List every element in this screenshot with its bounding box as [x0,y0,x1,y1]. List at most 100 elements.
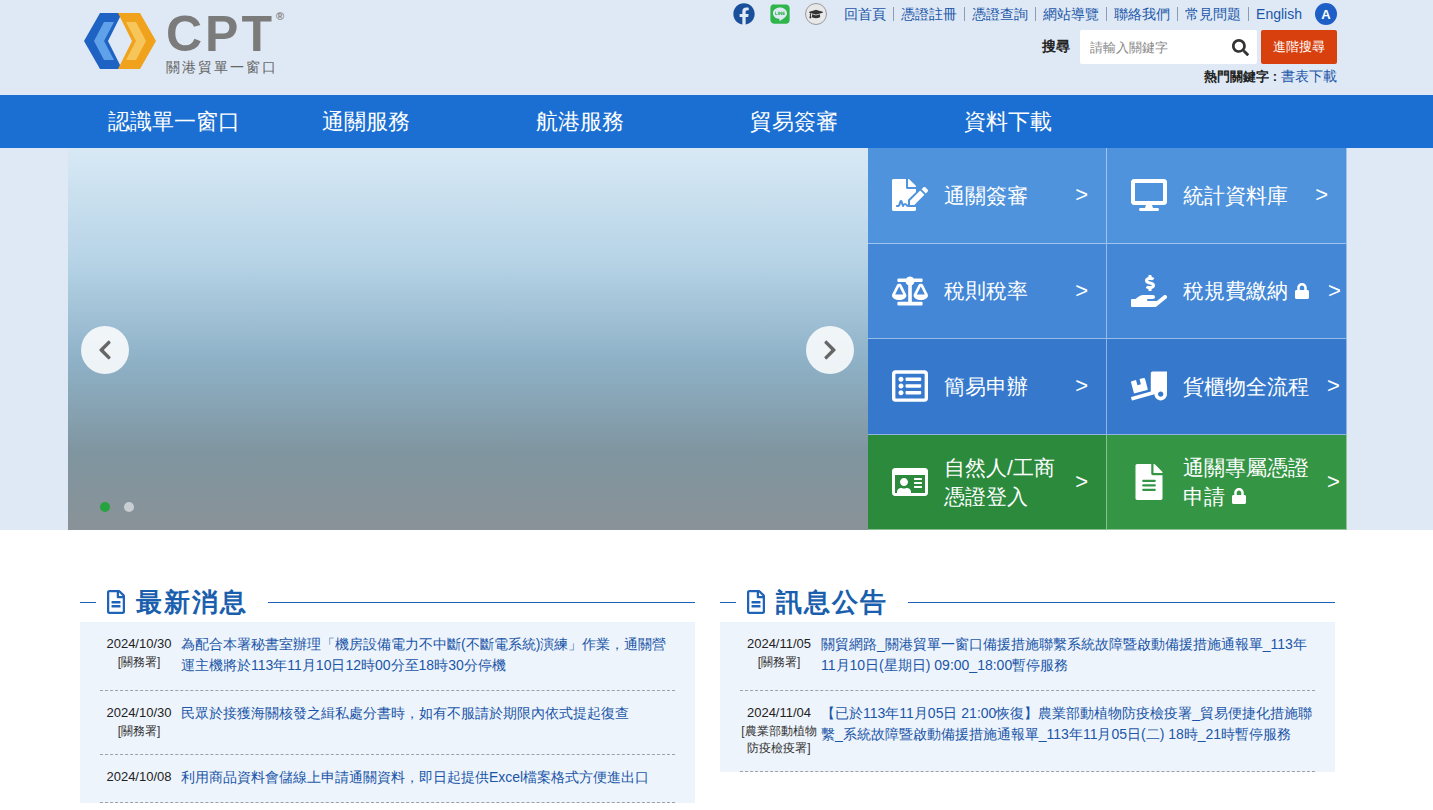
nav-item[interactable]: 航港服務 [496,107,710,137]
search-icon[interactable] [1232,39,1249,56]
item-date: 2024/11/05 [747,634,811,654]
accessibility-button[interactable]: A [1315,3,1337,25]
quick-link-tile[interactable]: 簡易申辦 > [868,339,1107,435]
carousel-dot[interactable] [124,502,134,512]
nav-item[interactable]: 認識單一窗口 [68,107,282,137]
quick-link-tile[interactable]: 稅則稅率 > [868,244,1107,340]
tile-arrow: > [1071,278,1088,304]
item-meta: 2024/10/30[關務署] [100,703,178,740]
tile-icon [890,175,930,215]
panel-heading: 最新消息 [80,584,695,620]
carousel-prev-button[interactable] [81,326,129,374]
item-link[interactable]: 【已於113年11月05日 21:00恢復】農業部動植物防疫檢疫署_貿易便捷化措… [821,703,1315,757]
tile-label: 通關專屬憑證申請 [1183,453,1309,511]
tile-arrow: > [1071,373,1088,399]
quick-link-tile[interactable]: 通關簽審 > [868,148,1107,244]
item-link[interactable]: 為配合本署秘書室辦理「機房設備電力不中斷(不斷電系統)演練」作業，通關營運主機將… [181,634,675,676]
announcements-panel: 訊息公告 2024/11/05[關務署] 關貿網路_關港貿單一窗口備援措施聯繫系統故… [720,584,1335,803]
tile-label: 通關簽審 [944,181,1028,210]
tile-arrow: > [1323,469,1340,495]
item-link[interactable]: 關貿網路_關港貿單一窗口備援措施聯繫系統故障暨啟動備援措施通報單_113年11月… [821,634,1315,676]
logo[interactable]: CPT®關港貿單一窗口 [78,8,284,95]
heading-rule [720,602,736,603]
item-meta: 2024/10/30[關務署] [100,634,178,676]
chevron-right-icon [819,339,841,361]
item-link[interactable]: 利用商品資料會儲線上申請通關資料，即日起提供Excel檔案格式方便進出口 [181,767,675,788]
header-tools: 回首頁憑證註冊憑證查詢網站導覽聯絡我們常見問題EnglishA搜尋進階搜尋熱門關… [733,8,1337,95]
search-field [1080,30,1257,64]
panel-title: 最新消息 [136,585,248,620]
tile-label: 統計資料庫 [1183,181,1288,210]
heading-rule [268,602,695,603]
item-list: 2024/10/30[關務署]為配合本署秘書室辦理「機房設備電力不中斷(不斷電系… [80,622,695,803]
line-icon[interactable] [769,3,791,25]
banner-carousel [68,148,868,530]
tile-arrow: > [1071,469,1088,495]
tile-label: 稅則稅率 [944,276,1028,305]
document-icon [744,588,768,616]
top-link[interactable]: 常見問題 [1177,7,1248,21]
item-link[interactable]: 民眾於接獲海關核發之緝私處分書時，如有不服請於期限內依式提起復查 [181,703,675,740]
quick-link-tile[interactable]: 貨櫃物全流程> [1107,339,1347,435]
logo-subtitle: 關港貿單一窗口 [166,58,284,76]
top-link[interactable]: 聯絡我們 [1106,7,1177,21]
tile-label: 稅規費繳納 [1183,276,1310,305]
item-source: [農業部動植物防疫檢疫署] [740,723,818,757]
graduation-cap-icon[interactable] [805,3,827,25]
registered-mark: ® [276,10,284,22]
tile-icon [890,462,930,502]
nav-item[interactable]: 資料下載 [924,107,1138,137]
search-label: 搜尋 [1042,38,1070,56]
logo-text: CPT®關港貿單一窗口 [166,10,284,76]
quick-link-tile[interactable]: 通關專屬憑證申請 > [1107,435,1347,531]
hot-keywords: 熱門關鍵字 :書表下載 [1204,68,1337,86]
top-link[interactable]: 回首頁 [837,7,893,21]
top-link[interactable]: English [1248,7,1309,21]
carousel-next-button[interactable] [806,326,854,374]
nav-item[interactable]: 通關服務 [282,107,496,137]
header: CPT®關港貿單一窗口 回首頁憑證註冊憑證查詢網站導覽聯絡我們常見問題Englis… [0,0,1433,95]
list-item: 2024/10/08利用商品資料會儲線上申請通關資料，即日起提供Excel檔案格… [100,755,675,803]
logo-mark: CPT® [166,10,284,58]
top-links: 回首頁憑證註冊憑證查詢網站導覽聯絡我們常見問題English A [733,2,1337,26]
list-item: 2024/10/30[關務署]為配合本署秘書室辦理「機房設備電力不中斷(不斷電系… [100,622,675,691]
tile-icon [1129,462,1169,502]
item-meta: 2024/10/08 [100,767,178,788]
quick-link-tile[interactable]: 稅規費繳納 > [1107,244,1347,340]
advanced-search-button[interactable]: 進階搜尋 [1261,30,1337,64]
page: CPT®關港貿單一窗口 回首頁憑證註冊憑證查詢網站導覽聯絡我們常見問題Englis… [0,0,1433,810]
item-source: [關務署] [118,654,161,671]
heading-rule [908,602,1335,603]
keyword-link[interactable]: 書表下載 [1281,68,1337,86]
tile-arrow: > [1324,278,1341,304]
top-link[interactable]: 網站導覽 [1035,7,1106,21]
tile-label: 簡易申辦 [944,372,1028,401]
carousel-dot[interactable] [100,502,110,512]
panel-title: 訊息公告 [776,585,888,620]
tile-arrow: > [1071,182,1088,208]
list-item: 2024/11/05[關務署] 關貿網路_關港貿單一窗口備援措施聯繫系統故障暨啟動… [740,622,1315,691]
facebook-icon[interactable] [733,3,755,25]
lock-icon [1231,488,1247,504]
item-date: 2024/10/30 [106,634,171,654]
top-link[interactable]: 憑證查詢 [964,7,1035,21]
panel-heading: 訊息公告 [720,584,1335,620]
tile-arrow: > [1311,182,1328,208]
nav-item[interactable]: 貿易簽審 [710,107,924,137]
item-source: [關務署] [758,654,801,671]
hero: 通關簽審>統計資料庫>稅則稅率>稅規費繳納>簡易申辦>貨櫃物全流程>自然人/工商… [0,148,1433,530]
tile-label: 貨櫃物全流程 [1183,372,1309,401]
search-input[interactable] [1088,39,1232,56]
document-icon [104,588,128,616]
item-source: [關務署] [118,723,161,740]
lock-icon [1294,283,1310,299]
hot-keywords-label: 熱門關鍵字 : [1204,68,1277,86]
content: 最新消息2024/10/30[關務署]為配合本署秘書室辦理「機房設備電力不中斷(… [0,530,1433,803]
quick-link-tile[interactable]: 統計資料庫 > [1107,148,1347,244]
heading-rule [80,602,96,603]
quick-link-tile[interactable]: 自然人/工商憑證登入> [868,435,1107,531]
tile-icon [890,366,930,406]
top-link[interactable]: 憑證註冊 [893,7,964,21]
news-panel: 最新消息2024/10/30[關務署]為配合本署秘書室辦理「機房設備電力不中斷(… [80,584,695,803]
item-meta: 2024/11/04[農業部動植物防疫檢疫署] [740,703,818,757]
